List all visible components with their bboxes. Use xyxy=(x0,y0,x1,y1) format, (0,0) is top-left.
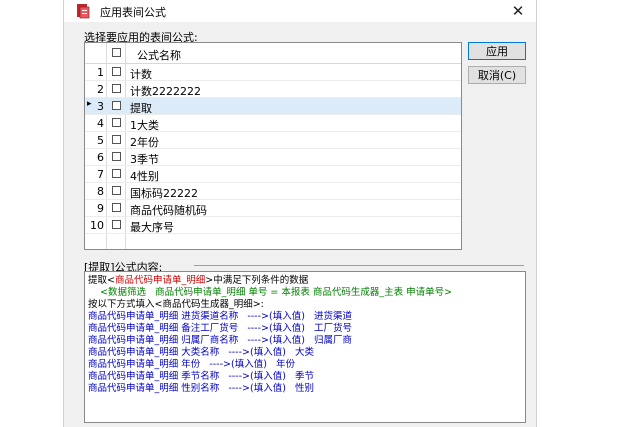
formula-name: 计数2222222 xyxy=(130,85,201,98)
row-number: 1 xyxy=(97,66,104,79)
select-all-checkbox[interactable] xyxy=(112,48,121,57)
content-line-9: 商品代码申请单_明细 季节名称 ---->(填入值) 季节 xyxy=(88,371,314,382)
formula-row[interactable]: 2 计数2222222 xyxy=(85,81,461,98)
row-number: 2 xyxy=(97,83,104,96)
content-line-5: 商品代码申请单_明细 备注工厂货号 ---->(填入值) 工厂货号 xyxy=(88,323,352,334)
content-line-8: 商品代码申请单_明细 年份 ---->(填入值) 年份 xyxy=(88,359,295,370)
app-icon xyxy=(77,4,90,19)
row-number: 5 xyxy=(97,134,104,147)
formula-row[interactable]: 1 计数 xyxy=(85,64,461,81)
row-checkbox[interactable] xyxy=(112,118,121,127)
formula-grid[interactable]: 公式名称 1 计数 2 计数2222222 3 ▸ 提取 4 1大类 5 2年份 6 3季节 7 4性别 8 国… xyxy=(84,42,462,250)
formula-name: 提取 xyxy=(130,102,152,115)
formula-name: 最大序号 xyxy=(130,221,174,234)
row-checkbox[interactable] xyxy=(112,186,121,195)
column-header-formula-name: 公式名称 xyxy=(137,49,181,62)
row-number: 9 xyxy=(97,202,104,215)
formula-name: 国标码22222 xyxy=(130,187,198,200)
content-text: >中满足下列条件的数据 xyxy=(205,275,309,286)
close-icon[interactable]: ✕ xyxy=(508,1,528,21)
formula-row[interactable]: 4 1大类 xyxy=(85,115,461,132)
formula-name: 1大类 xyxy=(130,119,159,132)
content-line-2: <数据筛选 商品代码申请单_明细 单号 = 本报表 商品代码生成器_主表 申请单… xyxy=(88,287,453,298)
content-line-3: 按以下方式填入<商品代码生成器_明细>: xyxy=(88,299,264,310)
apply-button[interactable]: 应用 xyxy=(468,42,526,60)
divider xyxy=(194,265,524,266)
row-checkbox[interactable] xyxy=(112,169,121,178)
row-checkbox[interactable] xyxy=(112,101,121,110)
row-checkbox[interactable] xyxy=(112,152,121,161)
dialog-window: 应用表间公式 ✕ 选择要应用的表间公式: 公式名称 1 计数 2 计数2222222 3… xyxy=(64,0,536,427)
formula-row[interactable]: 5 2年份 xyxy=(85,132,461,149)
row-checkbox[interactable] xyxy=(112,203,121,212)
cancel-button[interactable]: 取消(C) xyxy=(468,66,526,84)
formula-row[interactable]: 8 国标码22222 xyxy=(85,183,461,200)
content-line-4: 商品代码申请单_明细 进货渠道名称 ---->(填入值) 进货渠道 xyxy=(88,311,352,322)
content-text-red: 商品代码申请单_明细 xyxy=(114,275,206,286)
formula-row[interactable]: 9 商品代码随机码 xyxy=(85,200,461,217)
grid-header: 公式名称 xyxy=(85,43,461,64)
formula-name: 4性别 xyxy=(130,170,159,183)
formula-name: 计数 xyxy=(130,68,152,81)
window-title: 应用表间公式 xyxy=(100,6,166,19)
row-checkbox[interactable] xyxy=(112,220,121,229)
row-number: 10 xyxy=(90,219,104,232)
formula-row[interactable]: 6 3季节 xyxy=(85,149,461,166)
current-row-arrow-icon: ▸ xyxy=(87,99,92,109)
formula-row[interactable]: 7 4性别 xyxy=(85,166,461,183)
formula-row[interactable]: 3 ▸ 提取 xyxy=(85,98,461,115)
row-checkbox[interactable] xyxy=(112,67,121,76)
formula-name: 3季节 xyxy=(130,153,159,166)
content-line-10: 商品代码申请单_明细 性别名称 ---->(填入值) 性别 xyxy=(88,383,314,394)
row-checkbox[interactable] xyxy=(112,135,121,144)
content-text: 提取< xyxy=(88,275,115,286)
row-checkbox[interactable] xyxy=(112,84,121,93)
content-line-1: 提取<商品代码申请单_明细>中满足下列条件的数据 xyxy=(88,275,308,287)
row-number: 8 xyxy=(97,185,104,198)
formula-row[interactable]: 10 最大序号 xyxy=(85,217,461,234)
content-line-7: 商品代码申请单_明细 大类名称 ---->(填入值) 大类 xyxy=(88,347,314,358)
content-line-6: 商品代码申请单_明细 归属厂商名称 ---->(填入值) 归属厂商 xyxy=(88,335,352,346)
row-number: 6 xyxy=(97,151,104,164)
title-bar: 应用表间公式 ✕ xyxy=(64,0,536,22)
formula-name: 商品代码随机码 xyxy=(130,204,207,217)
formula-name: 2年份 xyxy=(130,136,159,149)
formula-content-box[interactable]: 提取<商品代码申请单_明细>中满足下列条件的数据 <数据筛选 商品代码申请单_明… xyxy=(84,271,526,423)
row-number: 7 xyxy=(97,168,104,181)
row-number: 4 xyxy=(97,117,104,130)
